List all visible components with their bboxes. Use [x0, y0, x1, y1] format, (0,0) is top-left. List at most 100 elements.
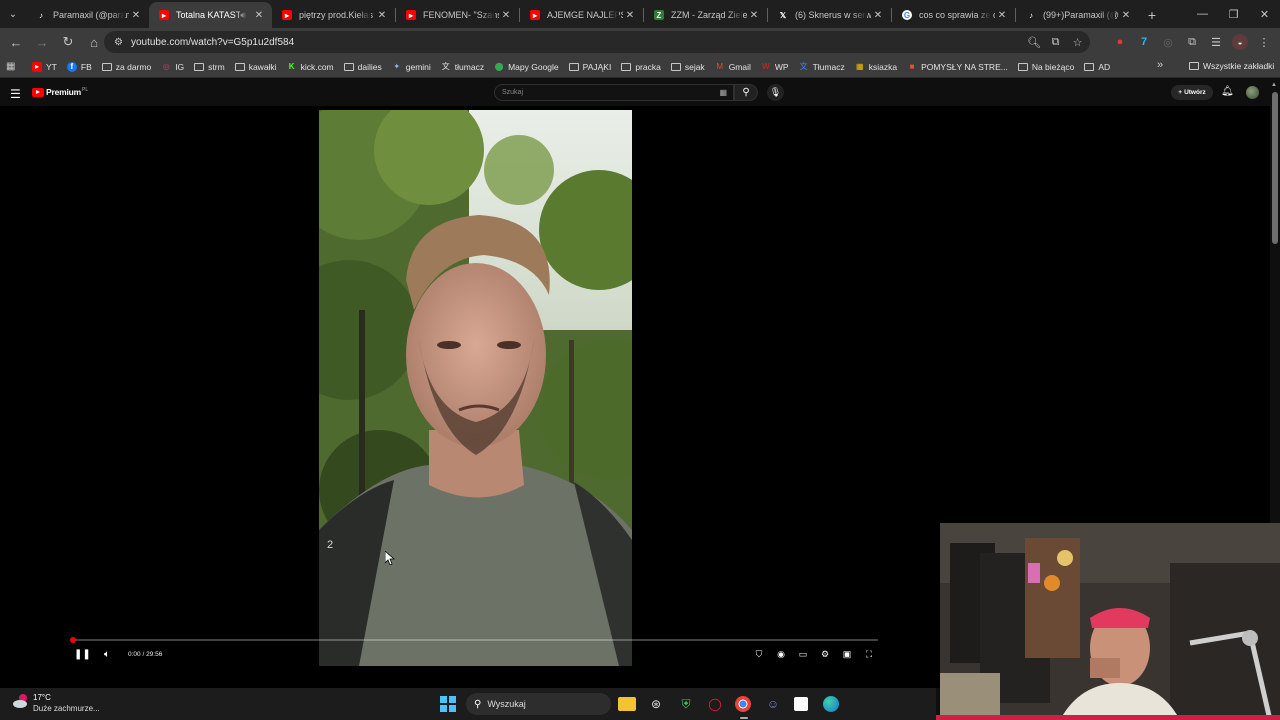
home-button[interactable]: ⌂ — [82, 30, 106, 54]
back-button[interactable]: ← — [4, 30, 28, 54]
restore-button[interactable]: ❐ — [1218, 0, 1249, 28]
bookmark-item[interactable]: 文 tłumacz — [441, 62, 484, 72]
address-bar[interactable]: ⚙ youtube.com/watch?v=G5p1u2df584 🔍︎ ⧉ ☆ — [104, 31, 1090, 53]
bookmark-item[interactable]: PAJĄKI — [568, 62, 611, 72]
browser-tab[interactable]: ♪Paramaxil (@paramaxil)✕ — [26, 2, 149, 28]
seven-tv-extension-icon[interactable]: 7 — [1136, 34, 1152, 50]
bookmark-item[interactable]: Na bieżąco — [1017, 62, 1074, 72]
browser-tab[interactable]: ▸AJEMGE NAJLEPSZE MOMENTY✕ — [520, 2, 643, 28]
tab-close-icon[interactable]: ✕ — [499, 10, 513, 21]
all-bookmarks-folder[interactable]: Wszystkie zakładki — [1189, 61, 1274, 71]
bookmark-item[interactable]: dailies — [343, 62, 382, 72]
browser-tab[interactable]: ▸piętrzy prod.Kiełas - YouTube✕ — [272, 2, 395, 28]
sponsorblock-icon[interactable]: ⛉ — [752, 649, 766, 660]
tab-close-icon[interactable]: ✕ — [747, 10, 761, 21]
browser-tab[interactable]: Gcos co sprawia ze czujesz✕ — [892, 2, 1015, 28]
scrollbar-thumb[interactable] — [1272, 92, 1278, 244]
bookmark-item[interactable]: ◎ IG — [161, 62, 184, 72]
url-text[interactable]: youtube.com/watch?v=G5p1u2df584 — [131, 37, 294, 48]
bookmark-item[interactable]: AD — [1084, 62, 1110, 72]
record-extension-icon[interactable]: ● — [1112, 34, 1128, 50]
tab-close-icon[interactable]: ✕ — [129, 10, 143, 21]
browser-tab[interactable]: ▸Totalna KATASTROFA🔊︎✕ — [149, 2, 272, 28]
scroll-up-arrow-icon[interactable]: ▲ — [1271, 82, 1277, 88]
tab-close-icon[interactable]: ✕ — [1119, 10, 1133, 21]
reading-list-icon[interactable]: ☰ — [1208, 34, 1224, 50]
tab-close-icon[interactable]: ✕ — [871, 10, 885, 21]
tab-title-fade — [977, 2, 991, 28]
bookmark-star-icon[interactable]: ☆ — [1071, 36, 1084, 49]
fullscreen-icon[interactable]: ⛶ — [862, 649, 876, 660]
autoplay-toggle-icon[interactable]: ◉ — [774, 649, 788, 660]
browser-tab[interactable]: ♪(99+)Paramaxil (@paramaxil)✕ — [1016, 2, 1139, 28]
volume-icon[interactable]: 🔈︎ — [100, 649, 114, 660]
create-button[interactable]: + Utwórz — [1171, 85, 1213, 100]
discord-icon[interactable]: ☺ — [764, 695, 782, 713]
keyboard-icon[interactable]: ▦ — [719, 88, 727, 97]
bookmark-item[interactable]: za darmo — [101, 62, 151, 72]
windows-start-icon[interactable] — [440, 696, 456, 712]
tab-close-icon[interactable]: ✕ — [252, 10, 266, 21]
bookmark-item[interactable]: 文 Tłumacz — [799, 62, 845, 72]
browser-tab[interactable]: 𝕏(6) Sknerus w serwisie X✕ — [768, 2, 891, 28]
browser-tab[interactable]: ZZZM - Zarząd Zieleni Miejskiej✕ — [644, 2, 767, 28]
hamburger-menu-icon[interactable]: ☰ — [10, 87, 21, 101]
taskbar-search-box[interactable]: ⚲ Wyszukaj — [466, 693, 611, 715]
bookmark-item[interactable]: ✦ gemini — [392, 62, 430, 72]
theater-mode-icon[interactable]: ▣ — [840, 649, 854, 660]
tab-search-button[interactable]: ⌄ — [0, 0, 26, 28]
edge-icon[interactable] — [823, 696, 839, 712]
bookmark-item[interactable]: pracka — [621, 62, 661, 72]
bookmark-item[interactable]: Kkick.com — [287, 62, 334, 72]
tab-close-icon[interactable]: ✕ — [375, 10, 389, 21]
video-progress-bar[interactable] — [72, 639, 878, 641]
video-frame[interactable]: 2 — [319, 110, 632, 666]
weather-cloud-icon[interactable] — [12, 693, 30, 709]
capcut-icon[interactable] — [794, 697, 808, 711]
disabled-extension-icon[interactable]: ◎ — [1160, 34, 1176, 50]
tab-close-icon[interactable]: ✕ — [995, 10, 1009, 21]
bookmark-item[interactable]: ▸ YT — [32, 61, 57, 72]
bookmark-item[interactable]: f FB — [66, 61, 92, 72]
bookmark-item[interactable]: sejak — [670, 62, 705, 72]
search-input[interactable]: Szukaj ▦ — [494, 84, 734, 101]
bookmark-item[interactable]: M Gmail — [715, 62, 751, 72]
search-button[interactable]: ⚲ — [734, 84, 758, 101]
weather-description[interactable]: Duże zachmurze... — [33, 704, 100, 713]
opera-gx-icon[interactable]: ◯ — [706, 695, 724, 713]
pause-icon[interactable]: ❚❚ — [74, 649, 91, 660]
bookmark-item[interactable]: W WP — [761, 62, 788, 72]
weather-temperature[interactable]: 17°C — [33, 693, 51, 702]
install-app-icon[interactable]: ⧉ — [1049, 36, 1062, 49]
chrome-icon[interactable] — [735, 696, 751, 712]
reload-button[interactable]: ↻ — [56, 30, 80, 54]
bookmark-item[interactable]: ■ POMYSŁY NA STRE... — [907, 62, 1008, 72]
profile-avatar-icon[interactable]: ◒ — [1232, 34, 1248, 50]
bookmark-item[interactable]: ▦ ksiazka — [855, 62, 897, 72]
minimize-button[interactable]: — — [1187, 0, 1218, 28]
settings-gear-icon[interactable]: ⚙ — [818, 649, 832, 660]
user-avatar[interactable] — [1246, 86, 1259, 99]
close-window-button[interactable]: ✕ — [1249, 0, 1280, 28]
browser-menu-icon[interactable]: ⋮ — [1256, 34, 1272, 50]
tab-close-icon[interactable]: ✕ — [623, 10, 637, 21]
subtitles-icon[interactable]: ▭ — [796, 649, 810, 660]
more-bookmarks-icon[interactable]: » — [1157, 59, 1163, 71]
progress-scrubber-handle[interactable] — [70, 637, 76, 643]
bookmark-item[interactable]: ⬤ Mapy Google — [494, 62, 559, 72]
new-tab-button[interactable]: + — [1139, 2, 1165, 28]
shield-app-icon[interactable]: ⛨ — [677, 695, 695, 713]
zoom-icon[interactable]: 🔍︎ — [1027, 36, 1041, 49]
obs-studio-icon[interactable]: ⊛ — [647, 695, 665, 713]
extensions-puzzle-icon[interactable]: ⧉ — [1184, 34, 1200, 50]
apps-grid-icon[interactable]: ▦ — [6, 61, 22, 72]
bookmark-item[interactable]: strm — [194, 62, 225, 72]
youtube-premium-logo[interactable]: Premium PL — [32, 87, 88, 97]
voice-search-button[interactable]: 🎙︎ — [767, 84, 784, 101]
site-info-icon[interactable]: ⚙ — [114, 37, 123, 48]
bookmark-item[interactable]: kawałki — [234, 62, 277, 72]
notifications-bell-icon[interactable]: 🔔︎ — [1221, 86, 1234, 97]
forward-button[interactable]: → — [30, 30, 54, 54]
browser-tab[interactable]: ▸FENOMEN- "Szansa"✕ — [396, 2, 519, 28]
file-explorer-icon[interactable] — [618, 697, 636, 711]
